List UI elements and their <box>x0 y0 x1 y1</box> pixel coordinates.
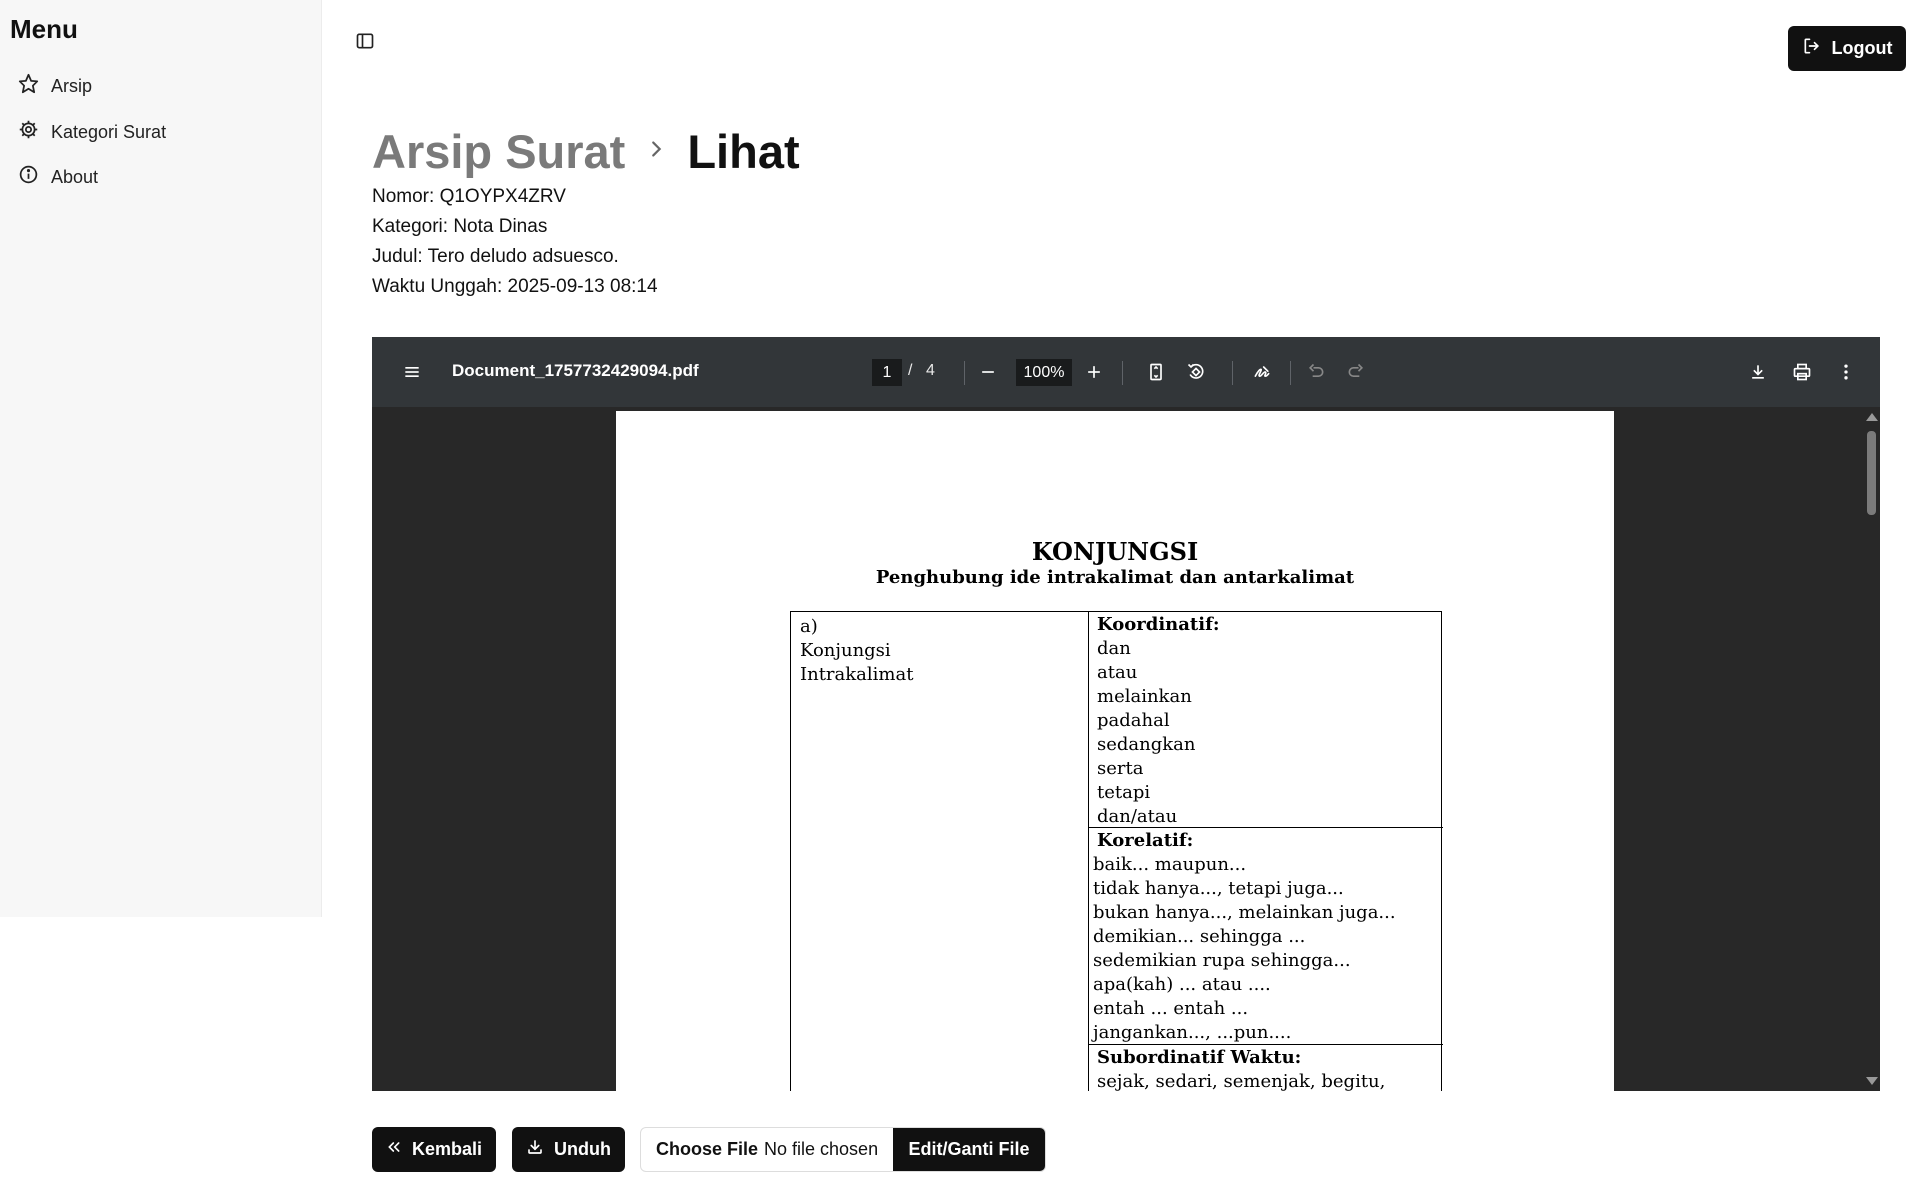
sidebar-item-label: Kategori Surat <box>51 121 167 142</box>
sidebar-item-kategori-surat[interactable]: Kategori Surat <box>18 114 166 150</box>
doc-text: tidak hanya..., tetapi juga... <box>1093 878 1344 899</box>
scroll-down-arrow-icon[interactable] <box>1866 1077 1878 1085</box>
doc-text: melainkan <box>1097 686 1192 707</box>
doc-text: baik... maupun... <box>1093 854 1247 875</box>
download-icon[interactable] <box>1742 356 1774 388</box>
doc-text: Subordinatif Waktu: <box>1097 1047 1302 1068</box>
sidebar-toggle-button[interactable] <box>352 30 378 56</box>
toolbar-divider <box>1290 361 1291 385</box>
download-button[interactable]: Unduh <box>512 1127 625 1172</box>
doc-table-left-cell: a) Konjungsi Intrakalimat <box>791 612 1089 1091</box>
doc-text: apa(kah) ... atau .... <box>1093 974 1271 995</box>
toolbar-divider <box>964 361 965 385</box>
doc-text: Korelatif: <box>1097 830 1194 851</box>
doc-table: a) Konjungsi Intrakalimat Koordinatif: d… <box>790 611 1443 1091</box>
fit-page-icon[interactable] <box>1140 356 1172 388</box>
doc-text: dan/atau <box>1097 806 1178 827</box>
download-icon <box>526 1138 544 1161</box>
page-number-input[interactable]: 1 <box>872 359 902 386</box>
download-label: Unduh <box>554 1139 611 1159</box>
choose-file-label: Choose File <box>656 1139 759 1159</box>
doc-text: sedangkan <box>1097 734 1196 755</box>
print-icon[interactable] <box>1786 356 1818 388</box>
file-upload-group: Choose File No file chosen Edit/Ganti Fi… <box>640 1127 1046 1172</box>
breadcrumb-parent[interactable]: Arsip Surat <box>372 124 625 179</box>
meta-waktu-unggah: Waktu Unggah: 2025-09-13 08:14 <box>372 276 658 297</box>
rotate-icon[interactable] <box>1180 356 1212 388</box>
doc-text: entah ... entah ... <box>1093 998 1249 1019</box>
file-input[interactable]: Choose File No file chosen <box>641 1128 893 1171</box>
page-total: 4 <box>926 362 935 379</box>
doc-text: atau <box>1097 662 1138 683</box>
doc-text: dan <box>1097 638 1131 659</box>
doc-text: Intrakalimat <box>800 664 914 685</box>
back-label: Kembali <box>411 1139 483 1159</box>
toolbar-divider <box>1232 361 1233 385</box>
pdf-pages-area[interactable]: KONJUNGSI Penghubung ide intrakalimat da… <box>372 407 1880 1091</box>
page-separator: / <box>908 362 913 379</box>
pdf-filename: Document_1757732429094.pdf <box>452 361 699 380</box>
sidebar-item-about[interactable]: About <box>18 159 98 195</box>
menu-icon[interactable] <box>396 356 428 388</box>
zoom-out-icon[interactable] <box>972 356 1004 388</box>
logout-icon <box>1802 36 1822 61</box>
panel-left-icon <box>355 31 375 56</box>
chevrons-left-icon <box>386 1139 402 1160</box>
more-vertical-icon[interactable] <box>1830 356 1862 388</box>
edit-file-button[interactable]: Edit/Ganti File <box>893 1128 1045 1171</box>
sidebar-item-arsip[interactable]: Arsip <box>18 68 92 104</box>
doc-text: sejak, sedari, semenjak, begitu, demi, <box>1097 1071 1386 1091</box>
scroll-up-arrow-icon[interactable] <box>1866 413 1878 421</box>
pdf-viewer: Document_1757732429094.pdf 1 / 4 100% KO… <box>372 337 1880 1091</box>
info-icon <box>18 164 39 190</box>
star-icon <box>18 73 39 99</box>
toolbar-divider <box>1122 361 1123 385</box>
breadcrumb: Arsip Surat Lihat <box>372 124 800 179</box>
doc-text: serta <box>1097 758 1144 779</box>
doc-text: demikian... sehingga ... <box>1093 926 1306 947</box>
page-title: Lihat <box>687 125 800 178</box>
doc-text: sedemikian rupa sehingga... <box>1093 950 1351 971</box>
meta-judul: Judul: Tero deludo adsuesco. <box>372 246 619 267</box>
gear-icon <box>18 119 39 145</box>
doc-text: Konjungsi <box>800 640 891 661</box>
doc-text: jangankan..., ...pun.... <box>1093 1022 1292 1043</box>
sidebar: Menu Arsip Kategori Surat About <box>0 0 322 917</box>
meta-kategori: Kategori: Nota Dinas <box>372 216 548 237</box>
zoom-level-input[interactable]: 100% <box>1016 359 1072 386</box>
back-button[interactable]: Kembali <box>372 1127 496 1172</box>
pdf-page: KONJUNGSI Penghubung ide intrakalimat da… <box>616 411 1614 1091</box>
sidebar-item-label: Arsip <box>51 75 93 96</box>
no-file-label: No file chosen <box>764 1139 879 1159</box>
pdf-toolbar: Document_1757732429094.pdf 1 / 4 100% <box>372 337 1880 407</box>
chevron-right-icon <box>645 138 667 165</box>
logout-button[interactable]: Logout <box>1788 26 1906 71</box>
doc-text: a) <box>800 616 818 637</box>
doc-subtitle: Penghubung ide intrakalimat dan antarkal… <box>875 567 1355 588</box>
doc-cell-koordinatif: Koordinatif: dan atau melainkan padahal … <box>1089 612 1443 830</box>
sidebar-item-label: About <box>51 166 99 187</box>
sidebar-title: Menu <box>10 14 78 44</box>
doc-cell-subordinatif: Subordinatif Waktu: sejak, sedari, semen… <box>1089 1045 1443 1091</box>
doc-text: tetapi <box>1097 782 1151 803</box>
doc-cell-korelatif: Korelatif: baik... maupun... tidak hanya… <box>1089 828 1443 1046</box>
doc-title: KONJUNGSI <box>1031 537 1199 566</box>
scrollbar-thumb[interactable] <box>1867 431 1876 515</box>
pdf-scrollbar[interactable] <box>1862 407 1880 1091</box>
doc-text: Koordinatif: <box>1097 614 1220 635</box>
draw-icon[interactable] <box>1246 356 1278 388</box>
undo-icon[interactable] <box>1300 356 1332 388</box>
logout-label: Logout <box>1831 38 1893 58</box>
doc-text: padahal <box>1097 710 1170 731</box>
doc-text: bukan hanya..., melainkan juga... <box>1093 902 1396 923</box>
redo-icon[interactable] <box>1340 356 1372 388</box>
zoom-in-icon[interactable] <box>1078 356 1110 388</box>
meta-nomor: Nomor: Q1OYPX4ZRV <box>372 186 566 207</box>
